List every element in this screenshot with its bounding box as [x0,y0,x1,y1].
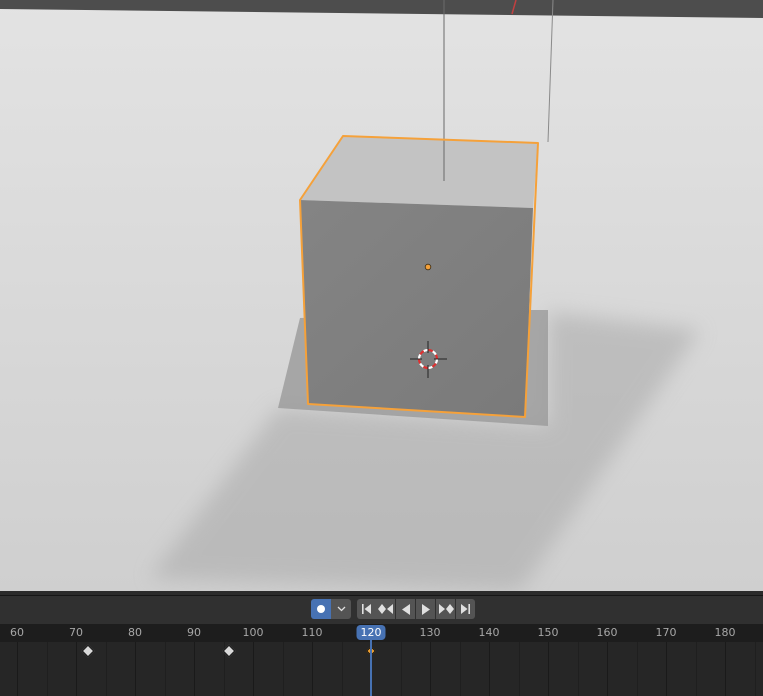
play-reverse-icon [401,603,410,615]
frame-gridline [460,642,461,696]
frame-gridline [607,642,608,696]
frame-tick-label: 160 [596,626,618,639]
timeline-header [0,596,763,624]
frame-gridline [253,642,254,696]
frame-gridline [312,642,313,696]
frame-gridline [755,642,756,696]
frame-gridline [637,642,638,696]
frame-gridline [519,642,520,696]
frame-gridline [17,642,18,696]
current-frame-indicator[interactable]: 120 [356,625,386,640]
jump-to-start-icon [362,604,371,614]
frame-gridline [489,642,490,696]
frame-gridline [725,642,726,696]
frame-gridline [578,642,579,696]
jump-to-end-button[interactable] [456,599,475,619]
frame-tick-label: 130 [419,626,441,639]
keyframe-diamond[interactable] [81,644,95,658]
frame-gridline [401,642,402,696]
frame-gridline [194,642,195,696]
frame-gridline [165,642,166,696]
frame-tick-label: 110 [301,626,323,639]
frame-tick-label: 150 [537,626,559,639]
frame-tick-label: 70 [69,626,83,639]
frame-tick-label: 80 [128,626,142,639]
play-icon [421,603,430,615]
frame-tick-label: 180 [714,626,736,639]
frame-gridline [106,642,107,696]
jump-to-start-button[interactable] [357,599,376,619]
frame-tick-label: 90 [187,626,201,639]
frame-tick-label: 170 [655,626,677,639]
frame-gridline [548,642,549,696]
frame-tick-label: 60 [10,626,24,639]
frame-gridline [342,642,343,696]
play-button[interactable] [416,599,435,619]
auto-keying-button[interactable] [311,599,331,619]
frame-tick-label: 140 [478,626,500,639]
object-origin[interactable] [424,263,432,271]
record-icon [317,605,325,613]
prev-keyframe-icon [377,604,393,614]
frame-gridline [696,642,697,696]
playhead[interactable] [370,631,372,696]
3d-viewport[interactable] [0,0,763,591]
frame-gridline [666,642,667,696]
chevron-down-icon [337,606,345,612]
frame-gridline [283,642,284,696]
frame-gridline [47,642,48,696]
viewport-scene [0,0,763,591]
timeline-editor[interactable]: 60 70 80 90 100 110 130 140 150 160 170 180 120 [0,591,763,696]
cube-front-face[interactable] [300,200,533,417]
keying-dropdown-button[interactable] [331,599,351,619]
jump-to-end-icon [461,604,470,614]
frame-gridline [76,642,77,696]
keyframe-track[interactable] [0,642,763,696]
play-reverse-button[interactable] [396,599,415,619]
frame-gridline [135,642,136,696]
next-keyframe-icon [438,604,454,614]
frame-gridline [430,642,431,696]
next-keyframe-button[interactable] [436,599,455,619]
frame-tick-label: 100 [242,626,264,639]
prev-keyframe-button[interactable] [376,599,395,619]
